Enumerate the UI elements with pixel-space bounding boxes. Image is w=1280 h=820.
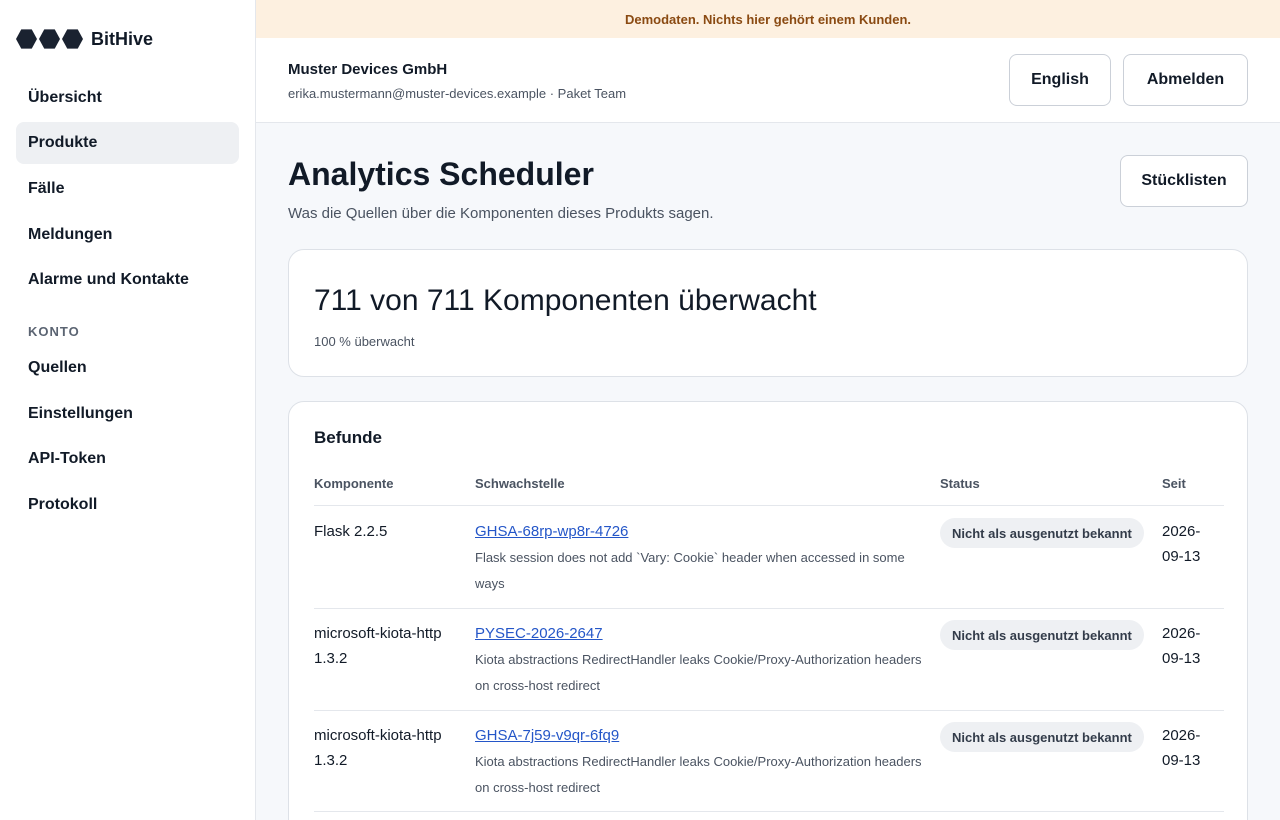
language-button[interactable]: English (1009, 54, 1111, 106)
vulnerability-link[interactable]: PYSEC-2026-2647 (475, 623, 930, 645)
table-row: Flask 2.2.5 GHSA-68rp-wp8r-4726 Flask se… (314, 507, 1224, 609)
column-header-vulnerability: Schwachstelle (475, 476, 565, 491)
sidebar-item-api-token[interactable]: API-Token (16, 438, 239, 480)
sidebar-item-uebersicht[interactable]: Übersicht (16, 77, 239, 119)
top-header: Muster Devices GmbH erika.mustermann@mus… (256, 38, 1280, 123)
column-header-since: Seit (1162, 476, 1186, 491)
vulnerability-description: Kiota abstractions RedirectHandler leaks… (475, 754, 922, 795)
table-row: microsoft-kiota-http 1.3.2 PYSEC-2026-26… (314, 609, 1224, 711)
column-header-status: Status (940, 476, 980, 491)
row-since-date: 2026-09-13 (1162, 523, 1201, 565)
findings-title: Befunde (314, 428, 382, 447)
status-badge: Nicht als ausgenutzt bekannt (940, 722, 1144, 752)
logout-button[interactable]: Abmelden (1123, 54, 1248, 106)
vulnerability-description: Flask session does not add `Vary: Cookie… (475, 550, 905, 591)
row-since-date: 2026-09-13 (1162, 625, 1201, 667)
sidebar-item-einstellungen[interactable]: Einstellungen (16, 393, 239, 435)
findings-card: Befunde Komponente Schwachstelle Status … (288, 401, 1248, 820)
brand-logo[interactable]: BitHive (16, 27, 153, 51)
sidebar: BitHive Übersicht Produkte Fälle Meldung… (0, 0, 256, 820)
table-divider (314, 811, 1224, 812)
monitoring-percent: 100 % überwacht (314, 334, 415, 349)
sidebar-item-meldungen[interactable]: Meldungen (16, 214, 239, 256)
vulnerability-link[interactable]: GHSA-7j59-v9qr-6fq9 (475, 725, 930, 747)
monitoring-headline: 711 von 711 Komponenten überwacht (314, 284, 817, 317)
status-badge: Nicht als ausgenutzt bekannt (940, 620, 1144, 650)
sidebar-item-quellen[interactable]: Quellen (16, 347, 239, 389)
table-row: microsoft-kiota-http 1.3.2 GHSA-7j59-v9q… (314, 711, 1224, 813)
status-badge: Nicht als ausgenutzt bekannt (940, 518, 1144, 548)
vulnerability-description: Kiota abstractions RedirectHandler leaks… (475, 652, 922, 693)
row-vulnerability: GHSA-68rp-wp8r-4726 Flask session does n… (475, 521, 930, 597)
page-title: Analytics Scheduler (288, 156, 594, 192)
row-component: Flask 2.2.5 (314, 523, 388, 540)
brand-name: BitHive (91, 28, 154, 49)
vulnerability-link[interactable]: GHSA-68rp-wp8r-4726 (475, 521, 930, 543)
demo-banner: Demodaten. Nichts hier gehört einem Kund… (256, 0, 1280, 38)
user-email-plan: erika.mustermann@muster-devices.example … (288, 86, 627, 101)
monitoring-card: 711 von 711 Komponenten überwacht 100 % … (288, 249, 1248, 377)
sidebar-item-protokoll[interactable]: Protokoll (16, 484, 239, 526)
column-header-component: Komponente (314, 476, 394, 491)
row-component: microsoft-kiota-http 1.3.2 (314, 625, 442, 667)
sidebar-item-alarme[interactable]: Alarme und Kontakte (16, 259, 239, 301)
sidebar-section-label: KONTO (28, 324, 80, 339)
page-subtitle: Was die Quellen über die Komponenten die… (288, 205, 714, 222)
row-since-date: 2026-09-13 (1162, 727, 1201, 769)
row-component: microsoft-kiota-http 1.3.2 (314, 727, 442, 769)
org-name: Muster Devices GmbH (288, 61, 448, 78)
table-divider (314, 505, 1224, 506)
row-vulnerability: GHSA-7j59-v9qr-6fq9 Kiota abstractions R… (475, 725, 930, 801)
hive-logo-icon (16, 29, 83, 50)
sbom-button[interactable]: Stücklisten (1120, 155, 1248, 207)
sidebar-item-faelle[interactable]: Fälle (16, 168, 239, 210)
row-vulnerability: PYSEC-2026-2647 Kiota abstractions Redir… (475, 623, 930, 699)
sidebar-item-produkte[interactable]: Produkte (16, 122, 239, 164)
